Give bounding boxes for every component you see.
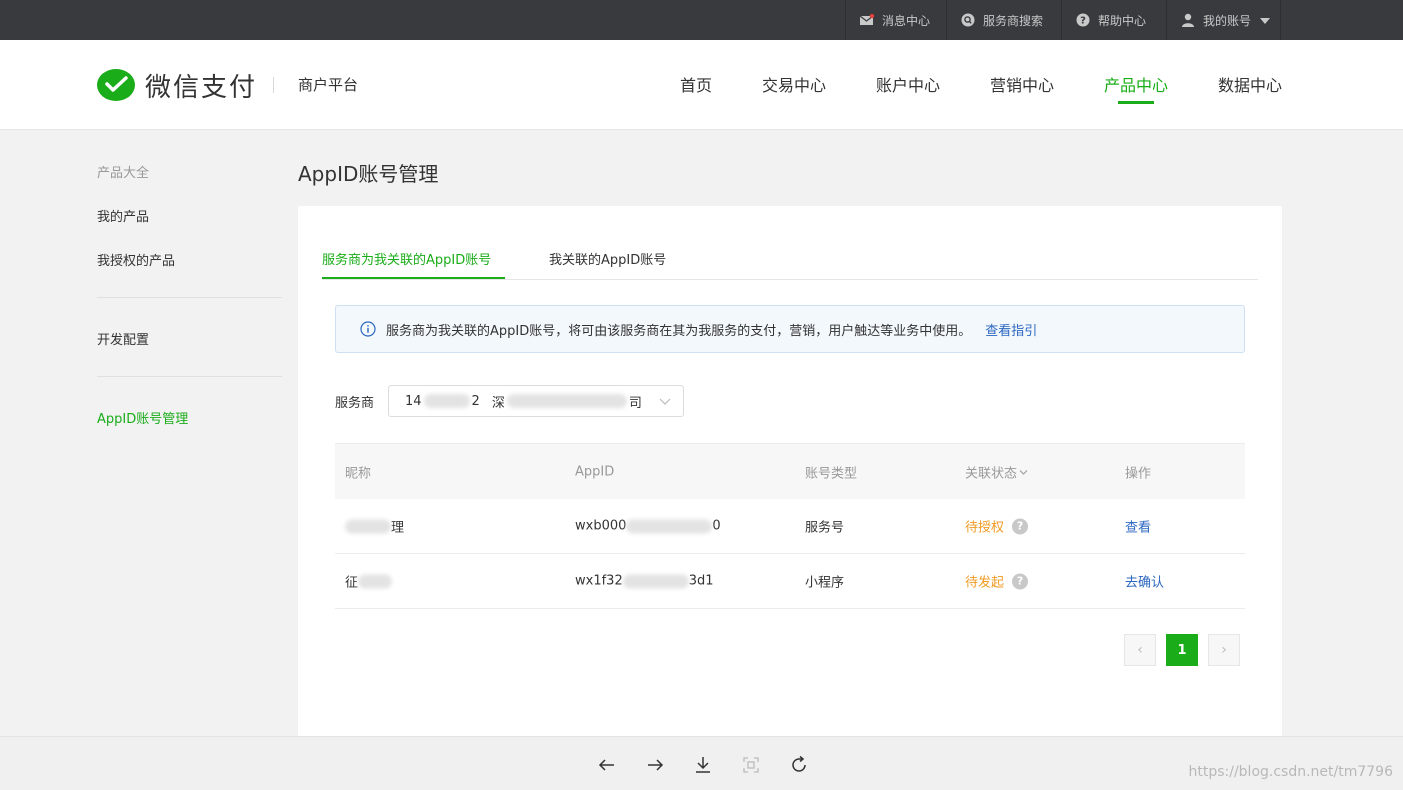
- view-link[interactable]: 查看: [1125, 517, 1151, 536]
- table-row: 理 wxb000 0 服务号 待授权 ? 查看: [335, 499, 1245, 554]
- appid-table: 昵称 AppID 账号类型 关联状态 操作 理 wxb000 0 服务号 待授权: [335, 443, 1245, 609]
- help-icon: ?: [1076, 13, 1090, 27]
- account-type-cell: 小程序: [805, 575, 845, 591]
- col-link-status[interactable]: 关联状态: [965, 462, 1028, 481]
- appid-start: wxb000: [575, 518, 627, 534]
- nav-trade-center[interactable]: 交易中心: [762, 72, 826, 96]
- notice-text: 服务商为我关联的AppID账号，将可由该服务商在其为我服务的支付，营销，用户触达…: [386, 323, 972, 339]
- service-value-suffix: 司: [628, 395, 642, 411]
- header: 微信支付 商户平台 首页 交易中心 账户中心 营销中心 产品中心 数据中心: [0, 40, 1403, 130]
- logo-text: 微信支付: [145, 73, 258, 103]
- viewer-toolbar: [0, 736, 1403, 790]
- info-notice: 服务商为我关联的AppID账号，将可由该服务商在其为我服务的支付，营销，用户触达…: [335, 305, 1245, 353]
- table-header: 昵称 AppID 账号类型 关联状态 操作: [335, 443, 1245, 499]
- nickname-start: 征: [345, 575, 359, 591]
- fit-screen-icon[interactable]: [741, 755, 761, 775]
- message-center-link[interactable]: 消息中心: [845, 0, 945, 40]
- appid-cell: wxb000 0: [575, 519, 721, 534]
- redacted-mask: [622, 574, 689, 588]
- tab-active-underline: [322, 277, 505, 279]
- service-provider-select[interactable]: 14 2 深 司: [388, 385, 684, 417]
- status-badge: 待授权: [965, 520, 1005, 536]
- my-account-menu[interactable]: 我的账号: [1166, 0, 1281, 40]
- service-value-prefix: 14: [405, 393, 422, 409]
- mail-icon: [860, 13, 874, 27]
- help-center-link[interactable]: ? 帮助中心: [1061, 0, 1165, 40]
- nav-home[interactable]: 首页: [680, 72, 712, 96]
- col-account-type: 账号类型: [805, 466, 858, 481]
- appid-start: wx1f32: [575, 573, 623, 589]
- download-icon[interactable]: [693, 755, 713, 775]
- sidebar-divider: [97, 297, 282, 298]
- back-arrow-icon[interactable]: [597, 755, 617, 775]
- appid-end: 0: [712, 518, 721, 534]
- status-cell: 待发起 ?: [965, 572, 1029, 591]
- table-row: 征 wx1f32 3d1 小程序 待发起 ? 去确认: [335, 554, 1245, 609]
- chevron-down-icon: [1019, 469, 1028, 475]
- next-page-button[interactable]: ›: [1208, 634, 1240, 666]
- help-icon[interactable]: ?: [1012, 573, 1029, 589]
- help-center-label: 帮助中心: [1098, 13, 1147, 28]
- content-card: 服务商为我关联的AppID账号 我关联的AppID账号 服务商为我关联的AppI…: [298, 206, 1282, 746]
- merchant-platform-label: 商户平台: [298, 76, 359, 94]
- sidebar-title: 产品大全: [97, 166, 150, 181]
- col-nickname: 昵称: [345, 466, 372, 481]
- service-value-mid: 2: [471, 393, 480, 409]
- appid-end: 3d1: [688, 573, 714, 589]
- page-title: AppID账号管理: [298, 162, 439, 186]
- my-account-label: 我的账号: [1203, 13, 1252, 28]
- nickname-cell: 理: [345, 517, 404, 536]
- status-badge: 待发起: [965, 575, 1005, 591]
- account-type-cell: 服务号: [805, 520, 845, 536]
- sidebar-item-authorized-products[interactable]: 我授权的产品: [97, 250, 175, 269]
- nav-active-underline: [1118, 101, 1154, 104]
- nav-product-center[interactable]: 产品中心: [1104, 72, 1168, 96]
- wechat-pay-logo[interactable]: 微信支付: [97, 67, 257, 104]
- view-guide-link[interactable]: 查看指引: [985, 320, 1037, 339]
- tab-divider: [322, 279, 1258, 280]
- page-1-button[interactable]: 1: [1166, 634, 1198, 666]
- logo-divider: [273, 77, 274, 93]
- nickname-end: 理: [391, 520, 405, 536]
- message-center-label: 消息中心: [882, 13, 931, 28]
- caret-down-icon: [1260, 13, 1271, 27]
- status-cell: 待授权 ?: [965, 517, 1029, 536]
- help-icon[interactable]: ?: [1012, 518, 1029, 534]
- nav-data-center[interactable]: 数据中心: [1218, 72, 1282, 96]
- search-icon: [961, 13, 975, 27]
- watermark: https://blog.csdn.net/tm7796: [1188, 764, 1393, 780]
- service-value-a: 深: [491, 395, 505, 411]
- redacted-mask: [423, 394, 470, 408]
- prev-page-button[interactable]: ‹: [1124, 634, 1156, 666]
- nav-marketing-center[interactable]: 营销中心: [990, 72, 1054, 96]
- sidebar-item-my-products[interactable]: 我的产品: [97, 206, 149, 225]
- col-link-status-label: 关联状态: [965, 466, 1018, 481]
- service-provider-label: 服务商: [335, 396, 375, 411]
- tab-my-linked-appid[interactable]: 我关联的AppID账号: [549, 249, 666, 268]
- sidebar-item-dev-config[interactable]: 开发配置: [97, 329, 149, 348]
- chevron-down-icon: [659, 395, 671, 411]
- redacted-mask: [345, 519, 391, 533]
- appid-cell: wx1f32 3d1: [575, 574, 714, 589]
- svg-text:?: ?: [1080, 16, 1086, 27]
- nickname-cell: 征: [345, 572, 393, 591]
- forward-arrow-icon[interactable]: [645, 755, 665, 775]
- wechat-pay-logo-icon: [97, 68, 135, 101]
- redacted-mask: [626, 519, 713, 533]
- sidebar-item-appid-management[interactable]: AppID账号管理: [97, 408, 188, 427]
- rotate-icon[interactable]: [789, 755, 809, 775]
- col-appid: AppID: [575, 464, 615, 479]
- info-icon: [360, 321, 376, 337]
- tab-service-linked-appid[interactable]: 服务商为我关联的AppID账号: [322, 249, 491, 268]
- top-bar: 消息中心 服务商搜索 ? 帮助中心 我的账号: [0, 0, 1403, 40]
- col-actions: 操作: [1125, 466, 1152, 481]
- sidebar-divider: [97, 376, 282, 377]
- redacted-mask: [506, 394, 627, 408]
- service-search-label: 服务商搜索: [983, 13, 1044, 28]
- service-search-link[interactable]: 服务商搜索: [946, 0, 1060, 40]
- nav-account-center[interactable]: 账户中心: [876, 72, 940, 96]
- redacted-mask: [358, 574, 393, 588]
- confirm-link[interactable]: 去确认: [1125, 572, 1164, 591]
- user-icon: [1181, 13, 1195, 27]
